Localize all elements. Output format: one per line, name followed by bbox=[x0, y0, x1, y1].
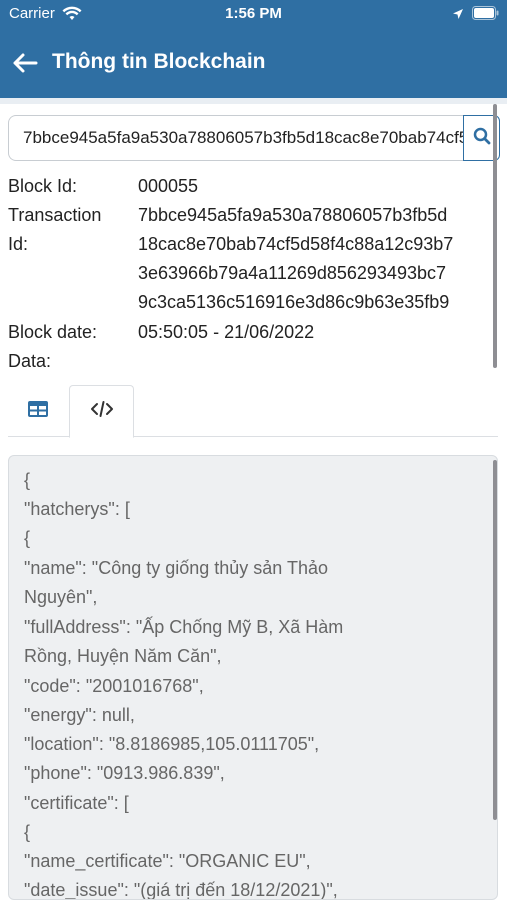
code-line: "energy": null, bbox=[24, 705, 135, 725]
code-line: { bbox=[24, 822, 31, 842]
block-date-label: Block date: bbox=[8, 322, 98, 342]
transaction-id-line: 7bbce945a5fa9a530a78806057b3fb5d bbox=[138, 205, 448, 225]
status-bar: Carrier 1:56 PM bbox=[0, 0, 507, 28]
block-id-value: 000055 bbox=[138, 176, 199, 196]
code-line: "date_issue": "(giá trị đến 18/12/2021)"… bbox=[24, 880, 338, 900]
nav-bar: Thông tin Blockchain bbox=[0, 38, 507, 88]
code-line: { bbox=[24, 528, 31, 548]
tab-code-view[interactable] bbox=[69, 385, 134, 438]
code-line: "location": "8.8186985,105.0111705", bbox=[24, 734, 320, 754]
transaction-id-line: 9c3ca5136c516916e3d86c9b63e35fb9 bbox=[138, 292, 450, 312]
code-line: "code": "2001016768", bbox=[24, 676, 204, 696]
code-scrollbar[interactable] bbox=[493, 460, 497, 820]
tab-table-view[interactable] bbox=[8, 385, 68, 437]
json-code-panel[interactable]: { "hatcherys": [ { "name": "Công ty giốn… bbox=[8, 455, 498, 900]
transaction-id-line: 3e63966b79a4a11269d856293493bc7 bbox=[138, 263, 446, 283]
page-title: Thông tin Blockchain bbox=[52, 50, 266, 73]
data-label: Data: bbox=[8, 351, 52, 371]
transaction-id-label: Transaction bbox=[8, 205, 102, 225]
search-icon bbox=[473, 127, 491, 150]
code-line: "phone": "0913.986.839", bbox=[24, 763, 225, 783]
block-date-value: 05:50:05 - 21/06/2022 bbox=[138, 322, 315, 342]
transaction-id-line: 18cac8e70bab74cf5d58f4c88a12c93b7 bbox=[138, 234, 454, 254]
page-scrollbar[interactable] bbox=[493, 104, 497, 368]
search-input[interactable]: 7bbce945a5fa9a530a78806057b3fb5d18cac8e7… bbox=[8, 115, 463, 161]
search-bar: 7bbce945a5fa9a530a78806057b3fb5d18cac8e7… bbox=[8, 115, 500, 161]
back-arrow-icon[interactable] bbox=[10, 48, 40, 78]
code-line: { bbox=[24, 470, 31, 490]
code-line: "name": "Công ty giống thủy sản Thảo bbox=[24, 558, 329, 578]
app-header: Carrier 1:56 PM Thông tin Blockchain bbox=[0, 0, 507, 98]
transaction-id-label-cont: Id: bbox=[8, 234, 29, 254]
battery-icon bbox=[472, 6, 500, 25]
table-icon bbox=[28, 400, 48, 422]
code-line: "hatcherys": [ bbox=[24, 499, 130, 519]
location-arrow-icon bbox=[452, 7, 464, 25]
code-line: "name_certificate": "ORGANIC EU", bbox=[24, 851, 311, 871]
code-line: "fullAddress": "Ấp Chống Mỹ B, Xã Hàm bbox=[24, 617, 344, 637]
code-line: "certificate": [ bbox=[24, 793, 129, 813]
code-line: Nguyên", bbox=[24, 587, 98, 607]
code-icon bbox=[90, 400, 114, 423]
block-id-label: Block Id: bbox=[8, 176, 78, 196]
code-line: Rồng, Huyện Năm Căn", bbox=[24, 646, 222, 666]
header-divider bbox=[0, 98, 507, 104]
data-view-tabs bbox=[8, 385, 498, 438]
status-time: 1:56 PM bbox=[225, 5, 282, 22]
